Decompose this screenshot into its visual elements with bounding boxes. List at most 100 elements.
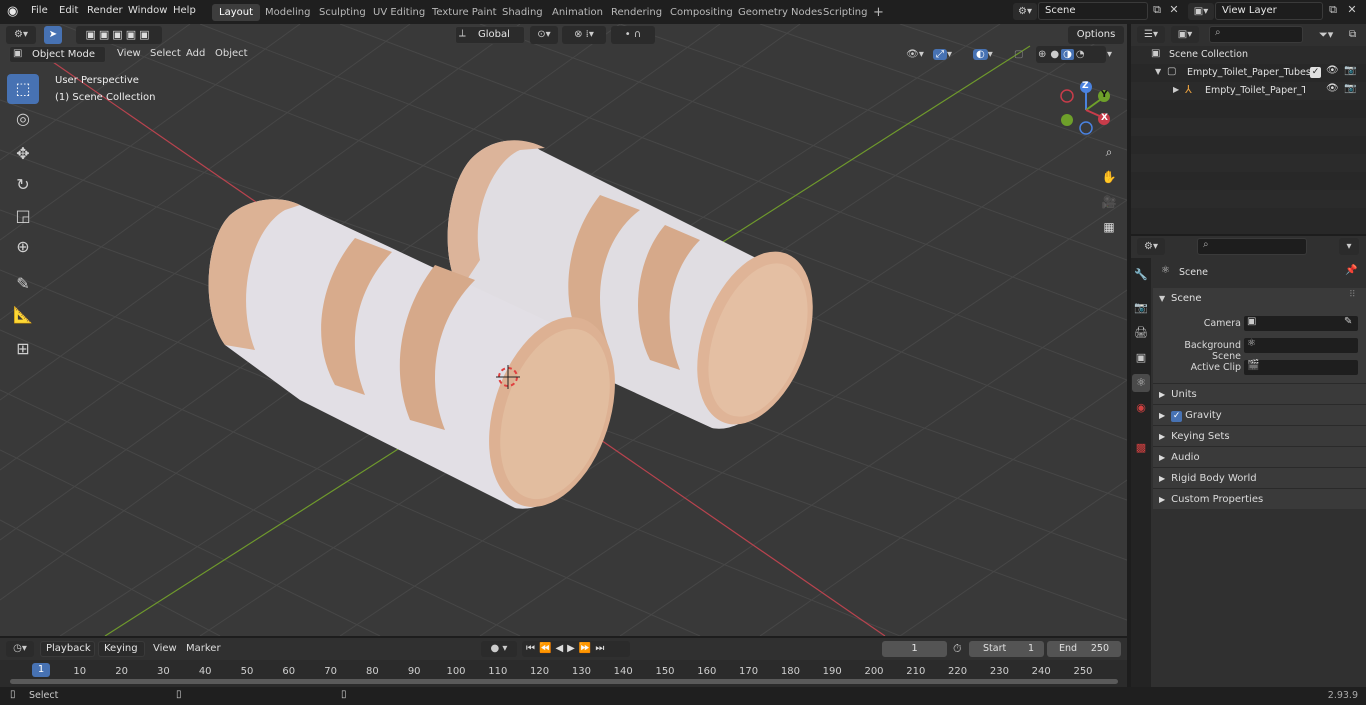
- start-frame-field[interactable]: Start 1: [969, 641, 1044, 657]
- view-layer-icon[interactable]: ▣▾: [1188, 3, 1214, 20]
- pan-view-icon[interactable]: ✋: [1099, 167, 1119, 187]
- scene-panel-title[interactable]: Scene: [1171, 293, 1202, 304]
- select-box-tool-icon[interactable]: ⬚: [7, 74, 39, 104]
- expand-gravity-icon[interactable]: ▶: [1153, 411, 1171, 420]
- overlays-toggle-icon[interactable]: ◐ ▾: [973, 46, 1005, 63]
- jump-keyframe-forward-icon[interactable]: ⏩: [579, 643, 595, 654]
- perspective-toggle-icon[interactable]: ▦: [1099, 217, 1119, 237]
- tab-modeling[interactable]: Modeling: [258, 4, 318, 21]
- view-layer-field[interactable]: View Layer: [1215, 2, 1323, 20]
- rotate-tool-icon[interactable]: ↻: [7, 170, 39, 200]
- timeline-editor-type-icon[interactable]: ◷▾: [6, 641, 34, 657]
- mode-select[interactable]: Object Mode: [9, 46, 106, 63]
- background-scene-field[interactable]: [1243, 337, 1359, 354]
- frame-tick[interactable]: 160: [692, 666, 722, 677]
- units-panel[interactable]: ▶ Units: [1153, 383, 1366, 404]
- proportional-editing-icon[interactable]: • ∩: [611, 26, 655, 44]
- stopwatch-icon[interactable]: ⏱: [953, 642, 962, 656]
- expand-object-icon[interactable]: ▶: [1173, 85, 1179, 94]
- move-tool-icon[interactable]: ✥: [7, 139, 39, 169]
- frame-tick[interactable]: 40: [190, 666, 220, 677]
- menu-render[interactable]: Render: [82, 0, 128, 22]
- properties-editor-type-icon[interactable]: ⚙▾: [1137, 238, 1165, 255]
- expand-units-icon[interactable]: ▶: [1153, 390, 1171, 399]
- visibility-eye-icon[interactable]: 👁: [1326, 65, 1339, 76]
- visibility-icon[interactable]: 👁▾: [902, 46, 928, 63]
- viewport-menu-view[interactable]: View: [112, 45, 146, 63]
- tab-sculpting[interactable]: Sculpting: [312, 4, 373, 21]
- properties-options-icon[interactable]: ▾: [1339, 238, 1359, 255]
- world-tab-icon[interactable]: ◉: [1132, 399, 1150, 417]
- frame-tick[interactable]: 240: [1026, 666, 1056, 677]
- eyedropper-icon[interactable]: ✎: [1344, 316, 1352, 327]
- viewport-menu-object[interactable]: Object: [210, 45, 253, 63]
- frame-tick[interactable]: 140: [608, 666, 638, 677]
- rendered-shading-icon[interactable]: ◔: [1074, 49, 1087, 60]
- frame-tick[interactable]: 70: [316, 666, 346, 677]
- timeline-scrollbar[interactable]: [10, 679, 1118, 684]
- frame-tick[interactable]: 20: [107, 666, 137, 677]
- gizmo-y-label[interactable]: Y: [1101, 90, 1108, 100]
- frame-tick[interactable]: 50: [232, 666, 262, 677]
- jump-keyframe-back-icon[interactable]: ⏪: [539, 643, 555, 654]
- zoom-view-icon[interactable]: ⌕: [1099, 142, 1119, 162]
- frame-tick[interactable]: 10: [65, 666, 95, 677]
- properties-search-input[interactable]: [1197, 238, 1307, 255]
- jump-start-icon[interactable]: ⏮: [526, 643, 539, 654]
- keying-sets-panel[interactable]: ▶ Keying Sets: [1153, 425, 1366, 446]
- add-workspace-button[interactable]: +: [866, 4, 891, 21]
- playback-controls[interactable]: ⏮⏪◀▶⏩⏭: [522, 641, 630, 657]
- viewport-menu-select[interactable]: Select: [145, 45, 186, 63]
- new-scene-icon[interactable]: ⧉: [1149, 3, 1165, 19]
- keying-menu[interactable]: Keying: [98, 641, 145, 657]
- pivot-point-icon[interactable]: ⊙▾: [530, 26, 558, 44]
- outliner-item-collection[interactable]: Empty_Toilet_Paper_Tubes: [1187, 67, 1311, 78]
- tab-geometry-nodes[interactable]: Geometry Nodes: [731, 4, 829, 21]
- filter-icon[interactable]: ⏷▾: [1319, 26, 1345, 43]
- render-tab-icon[interactable]: 📷: [1132, 299, 1150, 317]
- frame-tick[interactable]: 210: [901, 666, 931, 677]
- frame-tick[interactable]: 110: [483, 666, 513, 677]
- gizmo-x-label[interactable]: X: [1101, 113, 1108, 123]
- remove-view-layer-icon[interactable]: ✕: [1344, 3, 1360, 19]
- tab-texture-paint[interactable]: Texture Paint: [425, 4, 504, 21]
- 3d-viewport[interactable]: ⚙▾ ➤ ▣▣▣▣▣ Global ⟂ ⊙▾ ⊗ ⁞▾ • ∩ Options …: [0, 24, 1127, 636]
- drag-handle-icon[interactable]: ⠿: [1349, 290, 1356, 300]
- snap-icon[interactable]: ⊗ ⁞▾: [562, 26, 606, 44]
- timeline-menu-view[interactable]: View: [148, 640, 182, 658]
- display-mode-icon[interactable]: ▣▾: [1171, 26, 1199, 43]
- expand-collection-icon[interactable]: ▼: [1155, 67, 1161, 76]
- tab-layout[interactable]: Layout: [212, 4, 260, 21]
- tool-tab-icon[interactable]: 🔧: [1132, 266, 1150, 284]
- expand-rigid-body-icon[interactable]: ▶: [1153, 474, 1171, 483]
- options-button[interactable]: Options: [1068, 26, 1124, 44]
- outliner-search-input[interactable]: [1209, 26, 1303, 43]
- rigid-body-world-panel[interactable]: ▶ Rigid Body World: [1153, 467, 1366, 488]
- cursor-tool-icon[interactable]: ◎: [7, 104, 39, 134]
- frame-tick[interactable]: 190: [817, 666, 847, 677]
- render-camera-icon[interactable]: 📷: [1344, 65, 1356, 76]
- menu-file[interactable]: File: [26, 0, 53, 22]
- collapse-scene-panel-icon[interactable]: ▼: [1159, 294, 1165, 303]
- menu-help[interactable]: Help: [168, 0, 201, 22]
- scene-tab-icon[interactable]: ⚛: [1132, 374, 1150, 392]
- scene-name-field[interactable]: Scene: [1038, 2, 1148, 20]
- timeline-menu-marker[interactable]: Marker: [181, 640, 226, 658]
- camera-field[interactable]: [1243, 315, 1359, 332]
- view-layer-tab-icon[interactable]: ▣: [1132, 349, 1150, 367]
- add-cube-tool-icon[interactable]: ⊞: [7, 334, 39, 364]
- camera-view-icon[interactable]: 🎥: [1099, 192, 1119, 212]
- shading-mode-icons[interactable]: ⊕ ● ◑ ◔: [1036, 46, 1106, 63]
- frame-tick[interactable]: 150: [650, 666, 680, 677]
- frame-tick[interactable]: 30: [148, 666, 178, 677]
- transform-tool-icon[interactable]: ⊕: [7, 232, 39, 262]
- play-reverse-icon[interactable]: ◀: [555, 643, 567, 654]
- shading-options-icon[interactable]: ▾: [1107, 46, 1112, 63]
- frame-tick[interactable]: 200: [859, 666, 889, 677]
- expand-audio-icon[interactable]: ▶: [1153, 453, 1171, 462]
- annotate-tool-icon[interactable]: ✎: [7, 269, 39, 299]
- tab-shading[interactable]: Shading: [495, 4, 550, 21]
- frame-tick[interactable]: 130: [566, 666, 596, 677]
- selection-mode-icons[interactable]: ▣▣▣▣▣: [76, 26, 162, 44]
- frame-tick[interactable]: 80: [357, 666, 387, 677]
